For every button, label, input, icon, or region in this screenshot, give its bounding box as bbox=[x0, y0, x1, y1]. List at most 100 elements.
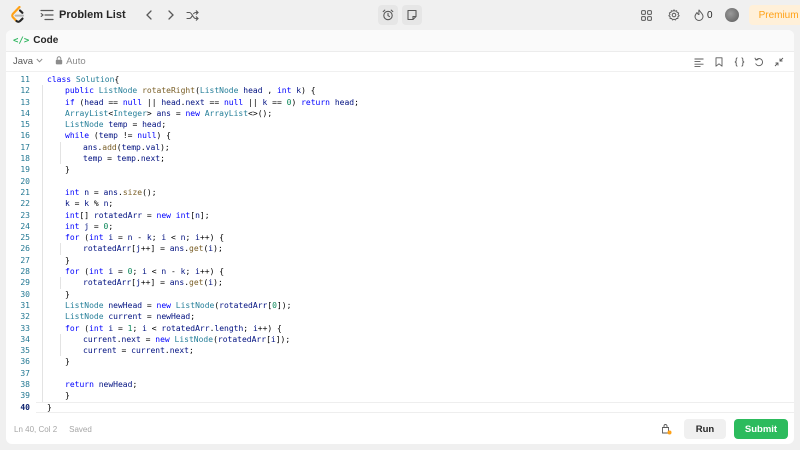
collapse-icon[interactable] bbox=[772, 55, 786, 69]
code-line[interactable]: 31 ListNode newHead = new ListNode(rotate… bbox=[6, 299, 794, 312]
code-token: ListNode bbox=[199, 86, 244, 96]
code-line[interactable]: 34 current.next = new ListNode(rotatedArr… bbox=[6, 333, 794, 346]
code-text: ListNode newHead = new ListNode(rotatedA… bbox=[65, 300, 291, 311]
code-line[interactable]: 36} bbox=[6, 356, 794, 368]
settings-gear-icon[interactable] bbox=[664, 5, 684, 25]
code-editor[interactable]: 11 class Solution{12 public ListNode rotat… bbox=[6, 74, 794, 413]
indent-guide bbox=[42, 164, 43, 176]
code-token: = bbox=[140, 334, 156, 344]
code-line[interactable]: 12 public ListNode rotateRight(ListNode h… bbox=[6, 85, 794, 97]
code-line[interactable]: 39} bbox=[6, 390, 794, 402]
code-line[interactable]: 15 ListNode temp = head; bbox=[6, 119, 794, 131]
submit-button[interactable]: Submit bbox=[734, 419, 788, 439]
code-token: int bbox=[89, 323, 109, 333]
indent-guide bbox=[42, 96, 43, 108]
line-number: 15 bbox=[20, 120, 30, 130]
code-token: <>(); bbox=[248, 108, 273, 118]
code-line[interactable]: 14 ArrayList<Integer> ans = new ArrayList… bbox=[6, 107, 794, 120]
streak-fire-icon[interactable] bbox=[692, 5, 706, 25]
problem-list-icon[interactable] bbox=[40, 8, 54, 22]
code-line[interactable]: 21 int n = ans.size(); bbox=[6, 186, 794, 199]
code-line[interactable]: 27} bbox=[6, 254, 794, 267]
code-token: ; bbox=[243, 323, 253, 333]
code-token: ; bbox=[185, 267, 196, 277]
code-token: ListNode bbox=[98, 86, 143, 96]
notes-icon[interactable] bbox=[402, 5, 422, 25]
indent-guide bbox=[42, 277, 43, 289]
code-line[interactable]: 35 current = current.next; bbox=[6, 345, 794, 357]
line-number: 27 bbox=[20, 255, 30, 265]
code-text: return newHead; bbox=[65, 379, 137, 390]
auto-mode-toggle[interactable]: Auto bbox=[55, 55, 86, 68]
prev-problem-button[interactable] bbox=[138, 6, 160, 24]
problem-list-link[interactable]: Problem List bbox=[59, 9, 126, 21]
braces-icon[interactable] bbox=[732, 55, 746, 69]
auto-mode-label: Auto bbox=[66, 56, 86, 67]
code-token: int bbox=[175, 210, 191, 220]
code-line[interactable]: 28 for (int i = 0; i < n - k; i++) { bbox=[6, 266, 794, 278]
code-line[interactable]: 20 bbox=[6, 175, 794, 187]
code-line[interactable]: 11 class Solution{ bbox=[6, 74, 794, 85]
code-line[interactable]: 19} bbox=[6, 164, 794, 176]
code-token: ans bbox=[83, 142, 98, 152]
indent-guide bbox=[42, 153, 43, 165]
language-select[interactable]: Java bbox=[13, 56, 43, 67]
line-number: 19 bbox=[20, 165, 30, 175]
code-token: head bbox=[142, 120, 162, 130]
code-line[interactable]: 18 temp = temp.next; bbox=[6, 153, 794, 165]
code-token: ListNode bbox=[174, 334, 214, 344]
line-number: 20 bbox=[20, 176, 30, 186]
active-line-highlight bbox=[36, 401, 794, 413]
code-token: } bbox=[65, 289, 70, 299]
code-line[interactable]: 33 for (int i = 1; i < rotatedArr.length;… bbox=[6, 322, 794, 334]
indent-guide bbox=[42, 254, 43, 267]
random-problem-shuffle-icon[interactable] bbox=[182, 6, 204, 24]
code-token: current bbox=[83, 334, 117, 344]
code-tab-label[interactable]: Code bbox=[33, 35, 58, 46]
code-text: } bbox=[65, 164, 70, 175]
code-line[interactable]: 25 for (int i = n - k; i < n; i++) { bbox=[6, 232, 794, 244]
code-line[interactable]: 29 rotatedArr[j++] = ans.get(i); bbox=[6, 277, 794, 289]
next-problem-button[interactable] bbox=[160, 6, 182, 24]
code-line[interactable]: 38 return newHead; bbox=[6, 379, 794, 391]
run-button[interactable]: Run bbox=[684, 419, 726, 439]
premium-button[interactable]: Premium bbox=[748, 5, 800, 25]
code-line[interactable]: 26 rotatedArr[j++] = ans.get(i); bbox=[6, 243, 794, 255]
code-line[interactable]: 23 int[] rotatedArr = new int[n]; bbox=[6, 209, 794, 221]
code-token: ; bbox=[160, 154, 165, 164]
code-token: = bbox=[69, 199, 85, 209]
problem-nav: Problem List bbox=[40, 6, 204, 24]
code-line[interactable]: 32 ListNode current = newHead; bbox=[6, 311, 794, 323]
code-line[interactable]: 40} bbox=[6, 401, 794, 413]
user-avatar[interactable] bbox=[724, 8, 739, 22]
code-line[interactable]: 16 while (temp != null) { bbox=[6, 130, 794, 142]
alarm-clock-icon[interactable] bbox=[378, 5, 398, 25]
code-token: int bbox=[65, 221, 85, 231]
format-code-icon[interactable] bbox=[692, 55, 706, 69]
code-line[interactable]: 37 bbox=[6, 367, 794, 380]
indent-guide bbox=[42, 356, 43, 368]
code-token: head bbox=[84, 97, 104, 107]
code-token: ; bbox=[161, 120, 167, 130]
code-token: get bbox=[189, 278, 204, 288]
indent-guide bbox=[42, 390, 43, 402]
code-token: new bbox=[156, 210, 176, 220]
code-line[interactable]: 17 ans.add(temp.val); bbox=[6, 141, 794, 154]
debug-bug-icon[interactable] bbox=[658, 421, 674, 437]
code-line[interactable]: 13 if (head == null || head.next == null … bbox=[6, 96, 794, 108]
line-number: 40 bbox=[20, 402, 30, 412]
editor-toolbar: Java Auto bbox=[6, 52, 794, 72]
code-token: return bbox=[65, 380, 99, 390]
bookmark-icon[interactable] bbox=[712, 55, 726, 69]
code-line[interactable]: 30} bbox=[6, 288, 794, 300]
code-line[interactable]: 22 k = k % n; bbox=[6, 198, 794, 210]
reset-code-icon[interactable] bbox=[752, 55, 766, 69]
code-line[interactable]: 24 int j = 0; bbox=[6, 220, 794, 233]
code-token: { bbox=[114, 75, 120, 84]
line-number: 22 bbox=[20, 199, 30, 209]
leetcode-logo-icon[interactable] bbox=[10, 5, 26, 24]
line-number: 30 bbox=[20, 289, 30, 299]
code-token: current bbox=[108, 312, 143, 322]
code-token: null bbox=[223, 97, 249, 107]
layout-grid-icon[interactable] bbox=[636, 5, 656, 25]
